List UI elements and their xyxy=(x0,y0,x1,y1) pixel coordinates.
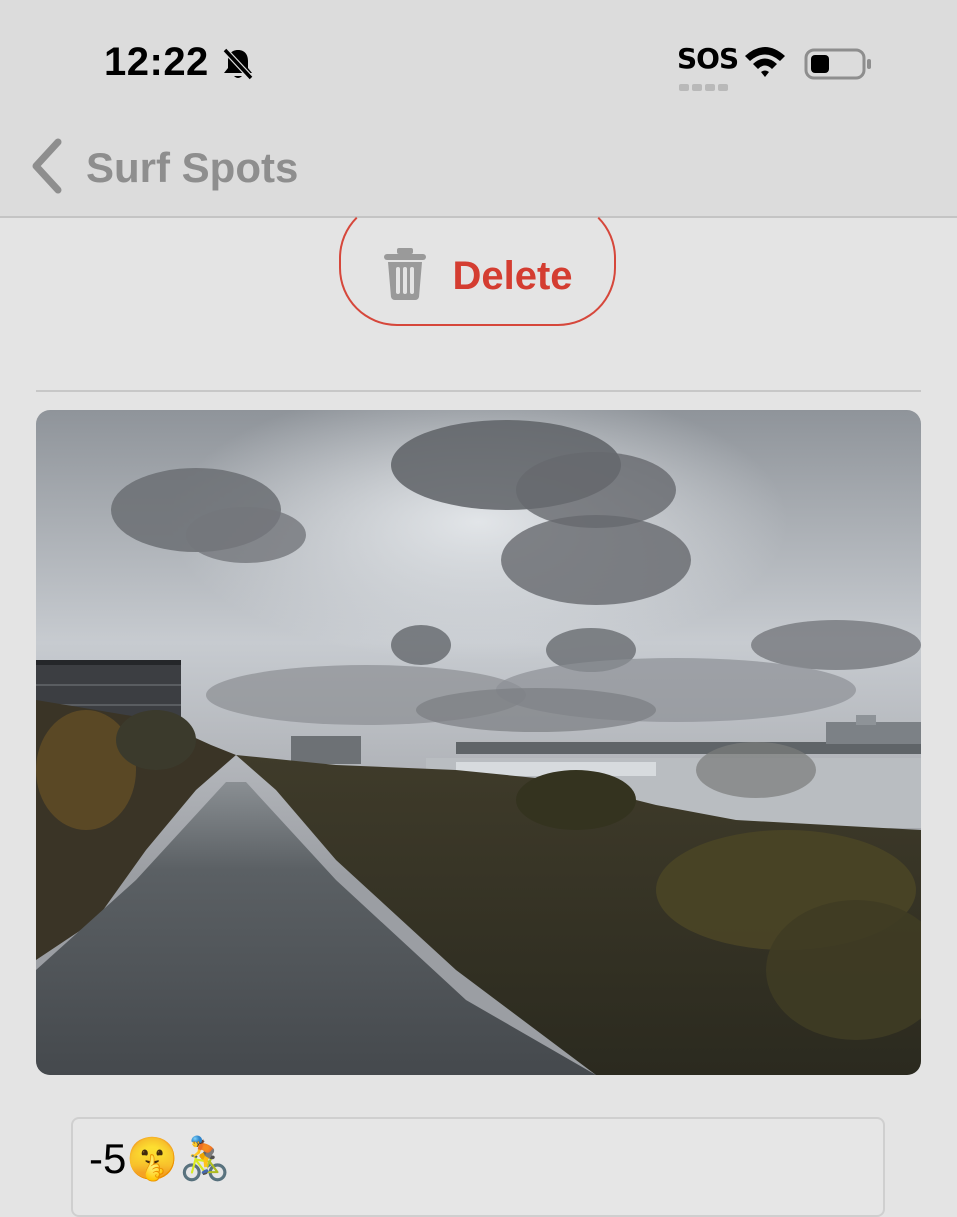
clock-time: 12:22 xyxy=(104,40,209,84)
back-button[interactable]: Surf Spots xyxy=(30,138,298,198)
delete-button-label: Delete xyxy=(452,253,573,298)
battery-icon xyxy=(804,48,874,87)
sos-indicator: SOS xyxy=(677,42,739,75)
section-divider xyxy=(36,390,921,392)
chevron-left-icon xyxy=(30,138,64,199)
signal-dots xyxy=(679,78,731,96)
trash-icon xyxy=(382,247,428,306)
status-bar: 12:22 SOS xyxy=(0,0,957,120)
spot-photo[interactable] xyxy=(36,410,921,1075)
note-text-field[interactable]: -5🤫🚴 xyxy=(71,1117,885,1217)
bell-slash-icon xyxy=(220,46,256,87)
back-button-label: Surf Spots xyxy=(86,144,299,191)
wifi-icon xyxy=(743,44,787,85)
note-text-value: -5🤫🚴 xyxy=(89,1135,231,1182)
delete-button[interactable]: Delete xyxy=(339,200,616,326)
